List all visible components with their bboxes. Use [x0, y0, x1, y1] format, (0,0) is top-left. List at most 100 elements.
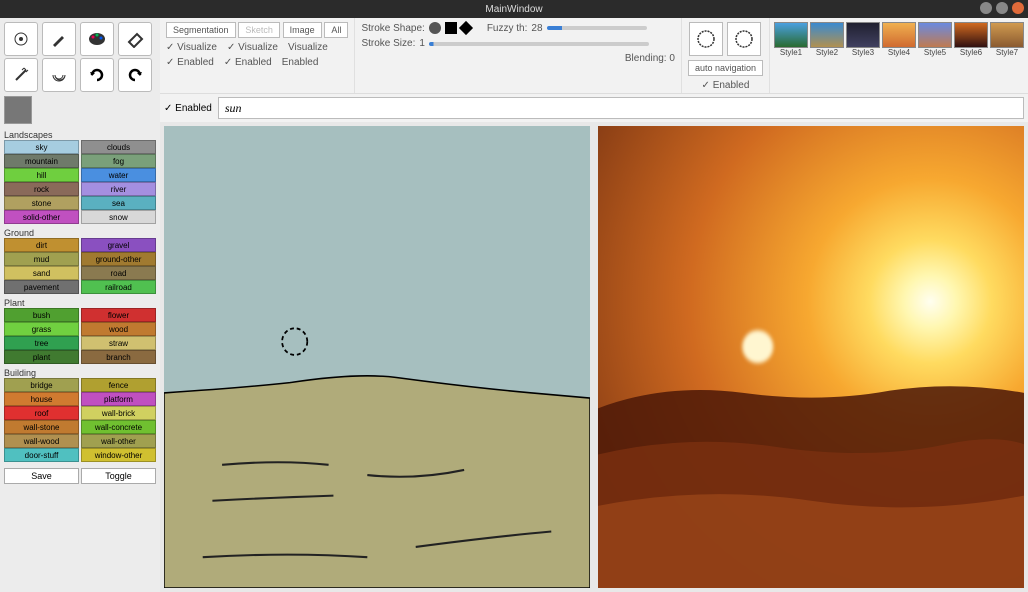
palette-window-other[interactable]: window-other [81, 448, 156, 462]
palette-road[interactable]: road [81, 266, 156, 280]
window-title: MainWindow [485, 4, 542, 15]
palette-fog[interactable]: fog [81, 154, 156, 168]
palette-roof[interactable]: roof [4, 406, 79, 420]
mode-image[interactable]: Image [283, 22, 322, 38]
titlebar: MainWindow [0, 0, 1028, 18]
save-button[interactable]: Save [4, 468, 79, 484]
palette-tool-icon[interactable] [80, 22, 114, 56]
category-label: Landscapes [4, 130, 156, 140]
palette-water[interactable]: water [81, 168, 156, 182]
palette-river[interactable]: river [81, 182, 156, 196]
palette-fence[interactable]: fence [81, 378, 156, 392]
left-sidebar: Landscapesskycloudsmountainfoghillwaterr… [0, 18, 160, 592]
palette-wood[interactable]: wood [81, 322, 156, 336]
palette-grass[interactable]: grass [4, 322, 79, 336]
fuzzy-label: Fuzzy th: [487, 23, 528, 34]
category-label: Ground [4, 228, 156, 238]
stroke-size-value: 1 [419, 38, 425, 49]
undo-icon[interactable] [118, 58, 152, 92]
palette-house[interactable]: house [4, 392, 79, 406]
minimize-icon[interactable] [980, 2, 992, 14]
palette-straw[interactable]: straw [81, 336, 156, 350]
spiral-tool-icon[interactable] [42, 58, 76, 92]
palette-platform[interactable]: platform [81, 392, 156, 406]
palette-branch[interactable]: branch [81, 350, 156, 364]
stroke-circle-icon[interactable] [429, 22, 441, 34]
style-label: Style3 [852, 48, 874, 57]
close-icon[interactable] [1012, 2, 1024, 14]
stroke-diamond-icon[interactable] [459, 21, 473, 35]
seg-visualize-check[interactable]: ✓ Visualize [166, 42, 217, 53]
palette-sky[interactable]: sky [4, 140, 79, 154]
image-visualize-label: Visualize [288, 42, 328, 53]
target-tool-icon[interactable] [4, 22, 38, 56]
style-thumb-6[interactable]: Style6 [954, 22, 988, 57]
cursor-icon [282, 328, 307, 355]
seg-enabled-check[interactable]: ✓ Enabled [166, 57, 214, 68]
palette-wall-stone[interactable]: wall-stone [4, 420, 79, 434]
style-label: Style4 [888, 48, 910, 57]
palette-railroad[interactable]: railroad [81, 280, 156, 294]
toggle-button[interactable]: Toggle [81, 468, 156, 484]
sketch-visualize-check[interactable]: ✓ Visualize [227, 42, 278, 53]
segmentation-canvas[interactable] [164, 126, 590, 588]
wand-tool-icon[interactable] [4, 58, 38, 92]
category-label: Building [4, 368, 156, 378]
palette-wall-concrete[interactable]: wall-concrete [81, 420, 156, 434]
maximize-icon[interactable] [996, 2, 1008, 14]
palette-solid-other[interactable]: solid-other [4, 210, 79, 224]
current-color-swatch[interactable] [4, 96, 32, 124]
stroke-size-label: Stroke Size: [361, 38, 415, 49]
mode-sketch[interactable]: Sketch [238, 22, 280, 38]
palette-clouds[interactable]: clouds [81, 140, 156, 154]
palette-tree[interactable]: tree [4, 336, 79, 350]
fuzzy-value: 28 [531, 23, 542, 34]
style-thumb-3[interactable]: Style3 [846, 22, 880, 57]
palette-wall-wood[interactable]: wall-wood [4, 434, 79, 448]
palette-plant[interactable]: plant [4, 350, 79, 364]
palette-dirt[interactable]: dirt [4, 238, 79, 252]
style-label: Style7 [996, 48, 1018, 57]
fuzzy-slider[interactable] [547, 26, 647, 30]
eraser-tool-icon[interactable] [118, 22, 152, 56]
nav-prev-icon[interactable] [689, 22, 723, 56]
palette-bush[interactable]: bush [4, 308, 79, 322]
style-thumb-5[interactable]: Style5 [918, 22, 952, 57]
mode-segmentation[interactable]: Segmentation [166, 22, 236, 38]
prompt-enabled-check[interactable]: ✓ Enabled [164, 103, 212, 114]
palette-snow[interactable]: snow [81, 210, 156, 224]
style-thumb-2[interactable]: Style2 [810, 22, 844, 57]
auto-navigation-button[interactable]: auto navigation [688, 60, 763, 76]
image-enabled-label: Enabled [282, 57, 319, 68]
palette-wall-other[interactable]: wall-other [81, 434, 156, 448]
palette-ground-other[interactable]: ground-other [81, 252, 156, 266]
sketch-enabled-check[interactable]: ✓ Enabled [224, 57, 272, 68]
mode-all[interactable]: All [324, 22, 348, 38]
small-sun-icon [742, 330, 773, 363]
style-thumb-7[interactable]: Style7 [990, 22, 1024, 57]
palette-mud[interactable]: mud [4, 252, 79, 266]
palette-door-stuff[interactable]: door-stuff [4, 448, 79, 462]
prompt-input[interactable] [218, 97, 1024, 119]
palette-pavement[interactable]: pavement [4, 280, 79, 294]
palette-wall-brick[interactable]: wall-brick [81, 406, 156, 420]
style-label: Style1 [780, 48, 802, 57]
brush-tool-icon[interactable] [42, 22, 76, 56]
stroke-square-icon[interactable] [445, 22, 457, 34]
palette-hill[interactable]: hill [4, 168, 79, 182]
nav-next-icon[interactable] [727, 22, 761, 56]
palette-bridge[interactable]: bridge [4, 378, 79, 392]
style-thumb-4[interactable]: Style4 [882, 22, 916, 57]
nav-enabled-check[interactable]: ✓ Enabled [702, 80, 750, 91]
palette-mountain[interactable]: mountain [4, 154, 79, 168]
blending-label: Blending: [625, 53, 667, 64]
palette-rock[interactable]: rock [4, 182, 79, 196]
stroke-size-slider[interactable] [429, 42, 649, 46]
palette-stone[interactable]: stone [4, 196, 79, 210]
palette-sea[interactable]: sea [81, 196, 156, 210]
style-thumb-1[interactable]: Style1 [774, 22, 808, 57]
palette-flower[interactable]: flower [81, 308, 156, 322]
redo-icon[interactable] [80, 58, 114, 92]
palette-sand[interactable]: sand [4, 266, 79, 280]
palette-gravel[interactable]: gravel [81, 238, 156, 252]
